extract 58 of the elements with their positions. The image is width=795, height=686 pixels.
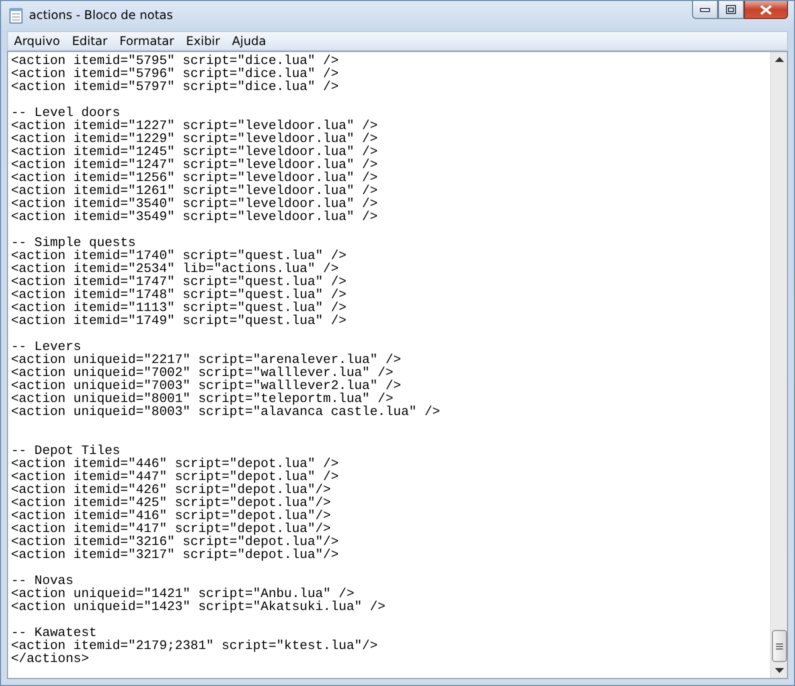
code-line: -- Novas (11, 574, 74, 587)
code-line: <action itemid="5796" script="dice.lua" /> (11, 67, 340, 80)
scroll-thumb[interactable] (772, 630, 786, 662)
code-line: <action itemid="1748" script="quest.lua" /> (11, 288, 348, 301)
code-line: <action itemid="3549" script="leveldoor.lua" /> (11, 210, 379, 223)
code-line: <action itemid="447" script="depot.lua" /> (11, 470, 340, 483)
menu-item[interactable]: Arquivo (8, 32, 66, 50)
code-line: <action itemid="1227" script="leveldoor.lua" /> (11, 119, 379, 132)
maximize-icon (726, 5, 736, 14)
code-line: <action itemid="1113" script="quest.lua" /> (11, 301, 348, 314)
code-line: <action itemid="446" script="depot.lua" /> (11, 457, 340, 470)
code-line: -- Level doors (11, 106, 120, 119)
code-line: <action uniqueid="1421" script="Anbu.lua" /> (11, 587, 354, 600)
code-line: <action itemid="1229" script="leveldoor.lua" /> (11, 132, 379, 145)
code-line: <action itemid="1749" script="quest.lua" /> (11, 314, 348, 327)
window-title: actions - Bloco de notas (29, 8, 173, 22)
code-line: <action itemid="417" script="depot.lua"/> (11, 522, 331, 535)
code-line: -- Kawatest (11, 626, 97, 639)
scroll-up-icon[interactable] (774, 56, 784, 62)
close-icon (760, 4, 772, 14)
code-line: <action uniqueid="7003" script="walllever2.lua" /> (11, 379, 402, 392)
code-line: <action itemid="5795" script="dice.lua" /> (11, 54, 340, 67)
menu-item[interactable]: Exibir (180, 32, 226, 50)
scrollbar[interactable] (770, 52, 787, 678)
code-line: <action itemid="1747" script="quest.lua" /> (11, 275, 348, 288)
code-line: <action uniqueid="1423" script="Akatsuki.lua" /> (11, 600, 386, 613)
menu-item[interactable]: Ajuda (226, 32, 272, 50)
code-line: <action itemid="1261" script="leveldoor.lua" /> (11, 184, 379, 197)
code-line: <action itemid="3216" script="depot.lua"/> (11, 535, 340, 548)
code-line: <action itemid="1740" script="quest.lua" /> (11, 249, 348, 262)
close-button[interactable] (744, 1, 788, 19)
code-line: </actions> (11, 652, 90, 665)
code-line: -- Depot Tiles (11, 444, 120, 457)
code-line: <action itemid="1245" script="leveldoor.lua" /> (11, 145, 379, 158)
code-line: <action itemid="2534" lib="actions.lua" /> (11, 262, 339, 275)
code-line: <action itemid="416" script="depot.lua"/> (11, 509, 332, 522)
code-line: <action uniqueid="7002" script="walllever.lua" /> (11, 366, 394, 379)
code-line: <action itemid="426" script="depot.lua"/> (11, 483, 332, 496)
menu-item[interactable]: Formatar (113, 32, 180, 50)
code-line: -- Levers (11, 340, 82, 353)
minimize-icon (700, 8, 710, 12)
code-line: -- Simple quests (11, 236, 136, 249)
notepad-icon (9, 7, 23, 24)
code-line: <action itemid="3540" script="leveldoor.lua" /> (11, 197, 379, 210)
code-line: <action itemid="425" script="depot.lua"/> (11, 496, 332, 509)
code-line: <action itemid="3217" script="depot.lua"/> (11, 548, 340, 561)
grip-icon (776, 642, 782, 650)
minimize-button[interactable] (692, 1, 718, 19)
code-line: <action itemid="1256" script="leveldoor.lua" /> (11, 171, 379, 184)
code-line: <action uniqueid="8003" script="alavanca castle.lua" /> (11, 405, 442, 418)
maximize-button[interactable] (718, 1, 744, 19)
code-line: <action uniqueid="8001" script="teleportm.lua" /> (11, 392, 394, 405)
code-line: <action uniqueid="2217" script="arenalever.lua" /> (11, 353, 402, 366)
menu-item[interactable]: Editar (66, 32, 114, 50)
scroll-down-icon[interactable] (774, 668, 784, 674)
code-line: <action itemid="5797" script="dice.lua" /> (11, 80, 340, 93)
code-line: <action itemid="1247" script="leveldoor.lua" /> (11, 158, 379, 171)
code-line: <action itemid="2179;2381" script="ktest.lua"/> (11, 639, 379, 652)
